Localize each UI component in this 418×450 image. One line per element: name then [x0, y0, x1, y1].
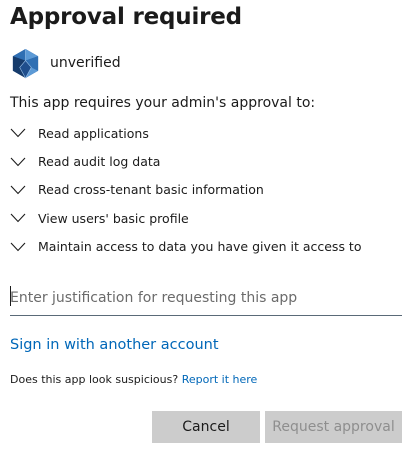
app-logo-icon	[12, 48, 39, 79]
chevron-down-icon[interactable]	[10, 213, 26, 223]
permission-item-maintain-access[interactable]: Maintain access to data you have given i…	[10, 233, 361, 261]
justification-input[interactable]	[10, 280, 402, 316]
permission-label: Read audit log data	[38, 154, 161, 170]
app-info: unverified	[10, 47, 121, 79]
permission-label: View users' basic profile	[38, 210, 189, 226]
dialog-title: Approval required	[10, 4, 242, 30]
permission-item-view-users-profile[interactable]: View users' basic profile	[10, 204, 361, 232]
text-caret	[10, 286, 11, 306]
report-link[interactable]: Report it here	[182, 373, 258, 386]
chevron-down-icon[interactable]	[10, 185, 26, 195]
permissions-list: Read applications Read audit log data Re…	[10, 119, 361, 261]
permission-label: Maintain access to data you have given i…	[38, 239, 362, 255]
permissions-intro: This app requires your admin's approval …	[10, 95, 316, 111]
suspicious-app-row: Does this app look suspicious? Report it…	[10, 373, 257, 386]
permission-label: Read applications	[38, 125, 149, 141]
permission-item-read-cross-tenant[interactable]: Read cross-tenant basic information	[10, 176, 361, 204]
app-name: unverified	[50, 55, 121, 71]
suspicious-prompt: Does this app look suspicious?	[10, 373, 179, 386]
sign-in-another-account-link[interactable]: Sign in with another account	[10, 337, 219, 353]
chevron-down-icon[interactable]	[10, 128, 26, 138]
chevron-down-icon[interactable]	[10, 157, 26, 167]
permission-label: Read cross-tenant basic information	[38, 182, 264, 198]
permission-item-read-audit-log[interactable]: Read audit log data	[10, 147, 361, 175]
request-approval-button[interactable]: Request approval	[265, 411, 402, 443]
permission-item-read-applications[interactable]: Read applications	[10, 119, 361, 147]
chevron-down-icon[interactable]	[10, 242, 26, 252]
cancel-button[interactable]: Cancel	[152, 411, 260, 443]
